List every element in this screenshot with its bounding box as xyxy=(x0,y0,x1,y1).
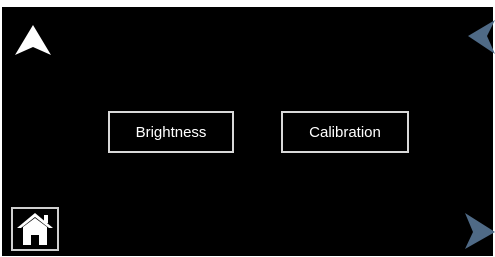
arrow-left-icon xyxy=(468,20,495,54)
forward-arrow-button[interactable] xyxy=(465,211,495,251)
home-button[interactable] xyxy=(11,207,59,251)
back-arrow-button[interactable] xyxy=(466,20,495,56)
arrow-up-icon xyxy=(15,25,51,55)
brightness-button[interactable]: Brightness xyxy=(108,111,234,153)
device-screen: Brightness Calibration xyxy=(0,0,495,257)
display-panel xyxy=(2,7,493,256)
calibration-button[interactable]: Calibration xyxy=(281,111,409,153)
up-arrow-button[interactable] xyxy=(13,24,53,58)
arrow-right-icon xyxy=(465,213,495,249)
home-icon xyxy=(11,207,59,251)
